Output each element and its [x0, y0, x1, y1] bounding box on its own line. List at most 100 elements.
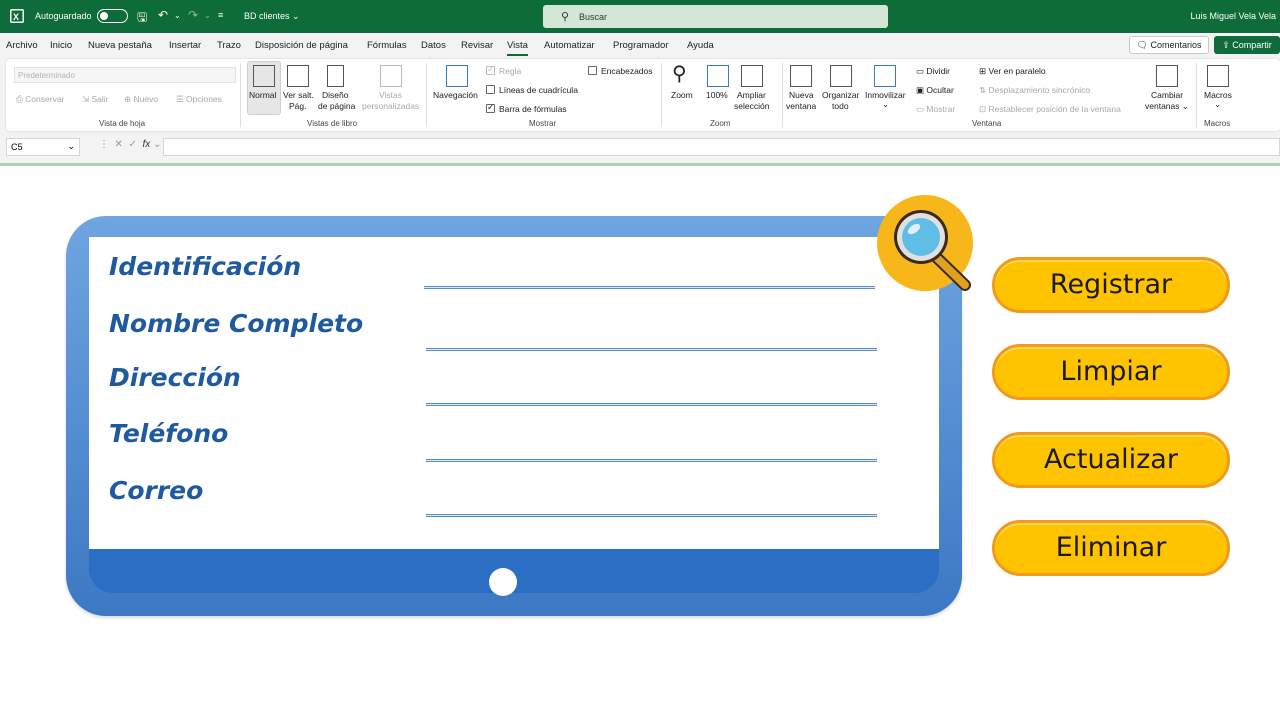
- split-button[interactable]: ▭ Dividir: [916, 66, 950, 77]
- zoom-button[interactable]: Zoom: [671, 90, 693, 100]
- zoom-100-button[interactable]: 100%: [706, 90, 728, 100]
- name-box[interactable]: C5 ⌄: [6, 138, 80, 156]
- excel-logo-icon: X: [10, 9, 24, 23]
- clear-button[interactable]: Limpiar: [992, 344, 1230, 400]
- redo-dropdown-icon: ⌄: [204, 11, 211, 20]
- switch-windows-icon[interactable]: [1156, 65, 1178, 87]
- switch-windows-label-2[interactable]: ventanas ⌄: [1145, 101, 1189, 112]
- autosave-label: Autoguardado: [35, 11, 92, 21]
- undo-dropdown-icon[interactable]: ⌄: [174, 11, 181, 20]
- gridlines-checkbox[interactable]: [486, 85, 495, 94]
- side-by-side-button[interactable]: ⊞ Ver en paralelo: [979, 66, 1046, 77]
- navigation-button[interactable]: Navegación: [433, 90, 478, 100]
- arrange-all-label-2[interactable]: todo: [832, 101, 849, 111]
- page-layout-icon[interactable]: [327, 65, 344, 87]
- hide-window-button[interactable]: ▣ Ocultar: [916, 85, 954, 96]
- zoom-icon[interactable]: ⚲: [672, 61, 687, 86]
- update-button[interactable]: Actualizar: [992, 432, 1230, 488]
- tab-insertar[interactable]: Insertar: [169, 40, 201, 51]
- group-label-window: Ventana: [972, 119, 1002, 128]
- formula-input[interactable]: [163, 138, 1280, 156]
- tab-datos[interactable]: Datos: [421, 40, 446, 51]
- new-window-label[interactable]: Nueva: [789, 90, 814, 100]
- reset-position-button: ⊡ Restablecer posición de la ventana: [979, 104, 1121, 114]
- label-nombre-completo: Nombre Completo: [109, 309, 364, 338]
- tab-automatizar[interactable]: Automatizar: [544, 40, 595, 51]
- user-name[interactable]: Luis Miguel Vela Vela: [1190, 11, 1276, 21]
- zoom-100-icon[interactable]: [707, 65, 729, 87]
- tab-programador[interactable]: Programador: [613, 40, 668, 51]
- tab-inicio[interactable]: Inicio: [50, 40, 72, 51]
- custom-views-label: Vistas: [379, 90, 402, 100]
- new-view-button: ⊕ Nuevo: [124, 94, 159, 104]
- field-correo[interactable]: [426, 514, 877, 517]
- navigation-icon[interactable]: [446, 65, 468, 87]
- freeze-dropdown-icon[interactable]: ⌄: [882, 99, 889, 110]
- field-identificacion[interactable]: [424, 286, 875, 289]
- field-direccion[interactable]: [426, 403, 877, 406]
- label-telefono: Teléfono: [109, 419, 229, 448]
- name-box-dropdown-icon[interactable]: ⌄: [67, 141, 75, 152]
- freeze-panes-icon[interactable]: [874, 65, 896, 87]
- label-correo: Correo: [109, 476, 204, 505]
- undo-icon[interactable]: ↶: [158, 8, 168, 22]
- tablet-home-button: [489, 568, 517, 596]
- ruler-checkbox: [486, 64, 495, 75]
- arrange-all-label[interactable]: Organizar: [822, 90, 859, 100]
- normal-view-label: Normal: [249, 90, 277, 100]
- register-button[interactable]: Registrar: [992, 257, 1230, 313]
- divider: [661, 63, 662, 127]
- divider: [426, 63, 427, 127]
- macros-dropdown-icon[interactable]: ⌄: [1214, 99, 1221, 110]
- macros-icon[interactable]: [1207, 65, 1229, 87]
- arrange-all-icon[interactable]: [830, 65, 852, 87]
- zoom-selection-icon[interactable]: [741, 65, 763, 87]
- headings-checkbox[interactable]: [588, 66, 597, 75]
- share-button[interactable]: ⇪ Compartir: [1214, 36, 1280, 54]
- tab-nueva-pestana[interactable]: Nueva pestaña: [88, 40, 152, 51]
- formula-bar-label: Barra de fórmulas: [499, 104, 567, 114]
- page-break-icon[interactable]: [287, 65, 309, 87]
- fx-icon[interactable]: fx: [142, 139, 150, 150]
- tab-disposicion-pagina[interactable]: Disposición de página: [255, 40, 348, 51]
- zoom-selection-label[interactable]: Ampliar: [737, 90, 766, 100]
- page-break-label-2[interactable]: Pág.: [289, 101, 307, 111]
- new-window-label-2[interactable]: ventana: [786, 101, 816, 111]
- sync-scroll-button: ⇅ Desplazamiento sincrónico: [979, 85, 1091, 95]
- delete-button[interactable]: Eliminar: [992, 520, 1230, 576]
- autosave-toggle[interactable]: [97, 9, 128, 23]
- share-icon: ⇪: [1222, 40, 1230, 50]
- save-icon[interactable]: 🖫: [137, 8, 147, 29]
- tab-ayuda[interactable]: Ayuda: [687, 40, 714, 51]
- exit-view-button: ⇲ Salir: [82, 94, 109, 104]
- comments-button[interactable]: 🗨 Comentarios: [1129, 36, 1209, 54]
- formula-bar-checkbox[interactable]: [486, 102, 495, 113]
- ribbon-tabs: Archivo Inicio Nueva pestaña Insertar Tr…: [0, 33, 1280, 57]
- switch-windows-label[interactable]: Cambiar: [1151, 90, 1183, 100]
- search-placeholder: Buscar: [579, 12, 608, 22]
- new-window-icon[interactable]: [790, 65, 812, 87]
- tab-revisar[interactable]: Revisar: [461, 40, 493, 51]
- tab-vista[interactable]: Vista: [507, 40, 528, 56]
- divider: [1196, 63, 1197, 127]
- search-magnifier-button[interactable]: [877, 195, 973, 291]
- unhide-window-button: ▭ Mostrar: [916, 104, 956, 114]
- page-layout-label-2[interactable]: de página: [318, 101, 355, 111]
- tab-archivo[interactable]: Archivo: [6, 40, 38, 51]
- divider: [240, 63, 241, 127]
- redo-icon: ↷: [188, 8, 199, 22]
- svg-text:X: X: [13, 12, 19, 22]
- label-identificacion: Identificación: [109, 252, 302, 281]
- zoom-selection-label-2[interactable]: selección: [734, 101, 769, 111]
- page-layout-label[interactable]: Diseño: [322, 90, 348, 100]
- field-telefono[interactable]: [426, 459, 877, 462]
- normal-view-icon: [253, 65, 275, 87]
- customize-toolbar-icon[interactable]: ≡: [218, 10, 223, 20]
- document-name[interactable]: BD clientes ⌄: [244, 11, 300, 22]
- search-box[interactable]: ⚲ Buscar: [543, 5, 888, 28]
- tab-trazo[interactable]: Trazo: [217, 40, 241, 51]
- tab-formulas[interactable]: Fórmulas: [367, 40, 407, 51]
- title-bar: X Autoguardado 🖫 ↶ ⌄ ↷ ⌄ ≡ BD clientes ⌄…: [0, 0, 1280, 33]
- field-nombre-completo[interactable]: [426, 348, 877, 351]
- page-break-label[interactable]: Ver salt.: [283, 90, 314, 100]
